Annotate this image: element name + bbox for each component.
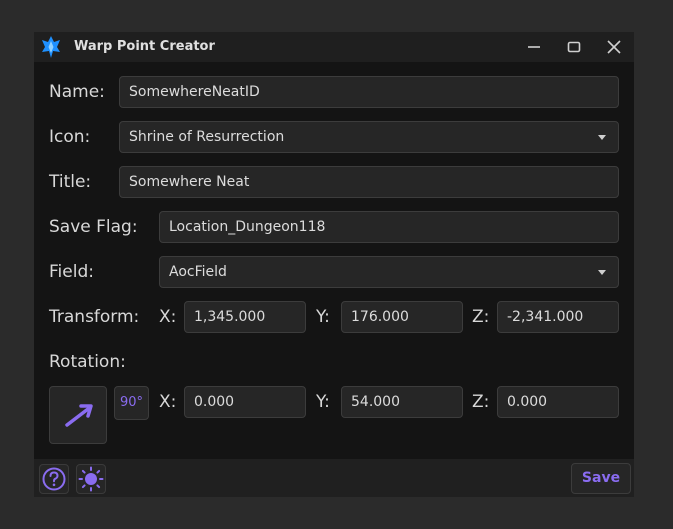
field-select-value: AocField	[169, 264, 227, 280]
chevron-down-icon	[598, 270, 606, 275]
rotation-y-label: Y:	[316, 392, 330, 412]
icon-select-value: Shrine of Resurrection	[129, 129, 285, 145]
rotation-z-input[interactable]: 0.000	[497, 386, 619, 418]
rotation-label: Rotation:	[49, 352, 126, 372]
footer-bar: Save	[34, 459, 634, 497]
name-label: Name:	[49, 82, 105, 102]
rotation-x-label: X:	[159, 392, 177, 412]
save-flag-label: Save Flag:	[49, 217, 138, 237]
window-title: Warp Point Creator	[74, 39, 215, 54]
name-input[interactable]: SomewhereNeatID	[119, 76, 619, 108]
title-label: Title:	[49, 172, 92, 192]
transform-y-label: Y:	[316, 307, 330, 327]
rotate-90-button[interactable]: 90°	[114, 386, 149, 420]
maximize-icon	[567, 41, 581, 53]
icon-select[interactable]: Shrine of Resurrection	[119, 121, 619, 153]
warp-point-creator-window: Warp Point Creator Name: SomewhereNeatID…	[34, 32, 634, 497]
close-button[interactable]	[604, 37, 624, 57]
rotation-z-label: Z:	[472, 392, 490, 412]
help-icon	[42, 467, 66, 491]
save-button[interactable]: Save	[571, 463, 631, 494]
theme-toggle-button[interactable]	[76, 464, 106, 494]
field-label: Field:	[49, 262, 94, 282]
field-select[interactable]: AocField	[159, 256, 619, 288]
rotation-y-input[interactable]: 54.000	[341, 386, 463, 418]
title-input[interactable]: Somewhere Neat	[119, 166, 619, 198]
help-button[interactable]	[39, 464, 69, 494]
transform-x-label: X:	[159, 307, 177, 327]
transform-z-input[interactable]: -2,341.000	[497, 301, 619, 333]
rotation-x-input[interactable]: 0.000	[184, 386, 306, 418]
rotation-arrow-icon	[65, 404, 93, 427]
transform-label: Transform:	[49, 307, 140, 327]
chevron-down-icon	[598, 135, 606, 140]
sun-icon	[78, 466, 104, 492]
minimize-icon	[528, 46, 540, 48]
maximize-button[interactable]	[564, 37, 584, 57]
minimize-button[interactable]	[524, 37, 544, 57]
transform-x-input[interactable]: 1,345.000	[184, 301, 306, 333]
close-icon	[607, 40, 621, 54]
transform-y-input[interactable]: 176.000	[341, 301, 463, 333]
icon-label: Icon:	[49, 127, 91, 147]
save-flag-input[interactable]: Location_Dungeon118	[159, 211, 619, 243]
rotation-gizmo[interactable]	[49, 386, 107, 444]
crystal-logo-icon	[42, 36, 60, 58]
title-bar: Warp Point Creator	[34, 32, 634, 62]
transform-z-label: Z:	[472, 307, 490, 327]
